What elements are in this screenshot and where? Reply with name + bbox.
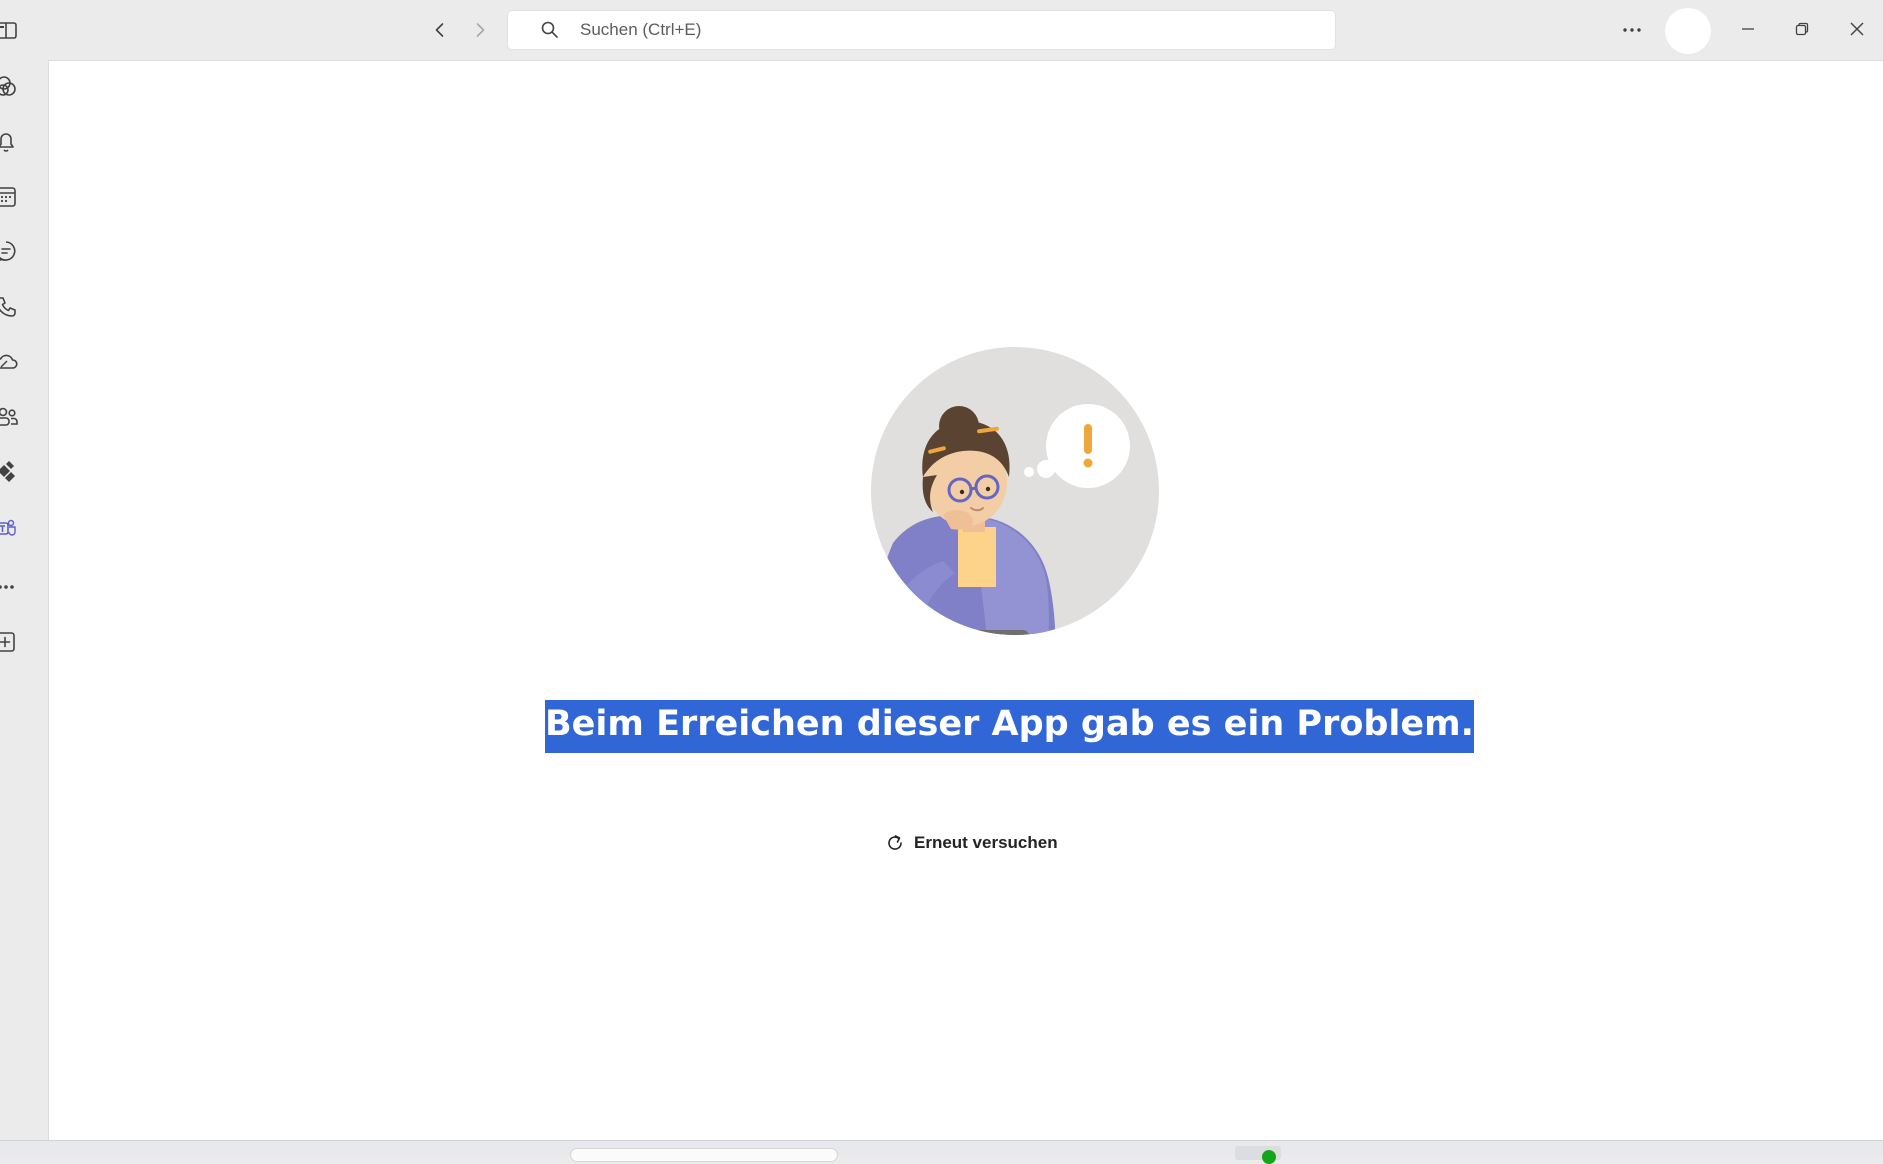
- sidebar-toggle-button[interactable]: [0, 18, 20, 42]
- retry-label: Erneut versuchen: [914, 833, 1058, 852]
- taskbar-status-icon: [1262, 1150, 1276, 1164]
- title-bar: [0, 0, 1883, 60]
- sidebar-toggle-icon: [0, 22, 17, 39]
- rail-item-apps[interactable]: [0, 449, 48, 495]
- restore-icon: [1795, 22, 1809, 36]
- minimize-button[interactable]: [1733, 14, 1763, 44]
- phone-icon: [0, 297, 16, 317]
- rail-item-calendar[interactable]: [0, 174, 48, 220]
- rail-item-chat[interactable]: [0, 229, 48, 275]
- retry-button[interactable]: Erneut versuchen: [885, 830, 1058, 856]
- teams-icon: [0, 519, 16, 536]
- rail-item-people[interactable]: [0, 394, 48, 440]
- more-options-icon: [1623, 28, 1641, 32]
- forward-button[interactable]: [466, 16, 494, 44]
- search-input[interactable]: [580, 11, 1280, 49]
- back-button[interactable]: [426, 16, 454, 44]
- more-apps-icon: [0, 585, 14, 589]
- avatar[interactable]: [1665, 8, 1711, 54]
- error-message: Beim Erreichen dieser App gab es ein Pro…: [545, 700, 1474, 753]
- people-icon: [0, 407, 18, 426]
- back-arrow-icon: [435, 23, 444, 37]
- rail-item-teams[interactable]: [0, 506, 48, 552]
- app-rail: [0, 60, 48, 1140]
- search-icon: [541, 21, 558, 38]
- refresh-icon: [888, 835, 902, 850]
- close-button[interactable]: [1842, 14, 1872, 44]
- taskbar-search[interactable]: [570, 1148, 838, 1162]
- rail-item-activity[interactable]: [0, 119, 48, 165]
- main-content: Beim Erreichen dieser App gab es ein Pro…: [48, 60, 1883, 1140]
- calendar-icon: [0, 187, 16, 207]
- minimize-icon: [1742, 28, 1754, 30]
- rail-item-copilot[interactable]: [0, 64, 48, 110]
- restore-button[interactable]: [1787, 14, 1817, 44]
- more-options-button[interactable]: [1617, 16, 1647, 44]
- rail-item-add-app[interactable]: [0, 619, 48, 665]
- bell-icon: [0, 133, 14, 152]
- rail-item-calls[interactable]: [0, 284, 48, 330]
- error-illustration: [871, 347, 1159, 635]
- chat-icon: [0, 241, 16, 261]
- close-icon: [1850, 22, 1864, 36]
- onedrive-icon: [0, 354, 18, 369]
- rail-item-more[interactable]: [0, 564, 48, 610]
- search-box[interactable]: [507, 10, 1336, 50]
- add-app-icon: [0, 632, 15, 652]
- os-taskbar: [0, 1140, 1883, 1164]
- copilot-icon: [0, 76, 16, 96]
- apps-icon: [0, 461, 15, 482]
- forward-arrow-icon: [476, 23, 485, 37]
- rail-item-onedrive[interactable]: [0, 339, 48, 385]
